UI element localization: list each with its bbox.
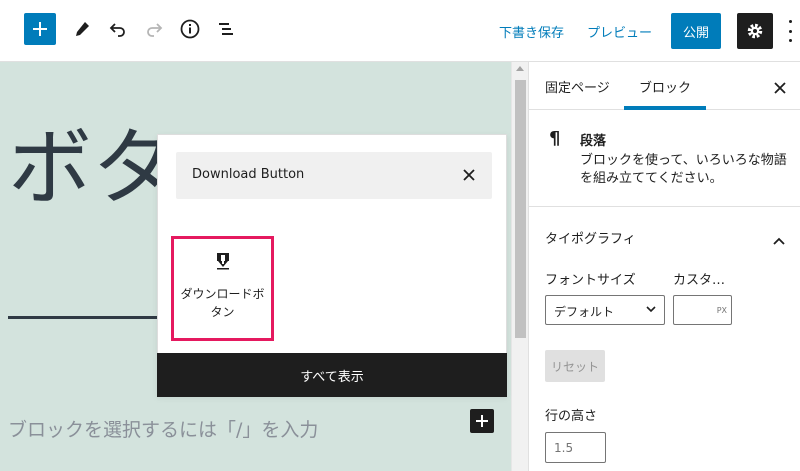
chevron-up-icon[interactable] <box>773 230 785 245</box>
canvas-scrollbar[interactable] <box>511 62 528 471</box>
list-view-button[interactable] <box>210 13 242 45</box>
line-height-input[interactable]: 1.5 <box>545 432 606 463</box>
block-inserter-popover: Download Button ダウンロードボタン すべて表示 <box>157 134 507 397</box>
close-icon <box>774 82 786 94</box>
close-sidebar-button[interactable] <box>774 79 788 94</box>
save-draft-button[interactable]: 下書き保存 <box>499 22 564 41</box>
search-value[interactable]: Download Button <box>192 167 304 182</box>
custom-size-label: カスタ… <box>673 273 726 288</box>
tab-block[interactable]: ブロック <box>639 77 691 96</box>
undo-icon <box>109 23 125 37</box>
redo-button[interactable] <box>138 13 170 45</box>
tools-button[interactable] <box>66 13 98 45</box>
pencil-icon <box>76 22 89 36</box>
page-title[interactable]: ボタ <box>8 126 176 210</box>
settings-sidebar: 固定ページ ブロック ¶ 段落 ブロックを使って、いろいろな物語を組み立ててくだ… <box>528 62 800 471</box>
font-size-select[interactable]: デフォルト <box>545 295 665 325</box>
block-name: 段落 <box>580 134 607 149</box>
block-result-download-button[interactable]: ダウンロードボタン <box>171 236 274 341</box>
undo-button[interactable] <box>102 13 134 45</box>
info-icon <box>180 19 200 39</box>
more-menu-button[interactable] <box>783 20 797 42</box>
line-height-label: 行の高さ <box>545 409 598 424</box>
line-height-value: 1.5 <box>554 441 574 455</box>
close-icon <box>463 169 475 181</box>
preview-button[interactable]: プレビュー <box>587 22 652 41</box>
publish-button[interactable]: 公開 <box>671 13 721 49</box>
block-card: ¶ 段落 ブロックを使って、いろいろな物語を組み立ててください。 <box>529 110 800 207</box>
show-all-button[interactable]: すべて表示 <box>157 353 507 397</box>
font-size-value: デフォルト <box>554 305 615 319</box>
scroll-up-arrow[interactable] <box>516 66 524 71</box>
chevron-down-icon <box>646 306 656 313</box>
scroll-thumb[interactable] <box>515 80 526 338</box>
typography-panel-title[interactable]: タイポグラフィ <box>545 228 636 247</box>
tab-page[interactable]: 固定ページ <box>545 77 610 96</box>
sidebar-tabs: 固定ページ ブロック <box>529 62 800 110</box>
block-result-label: ダウンロードボタン <box>180 287 265 319</box>
editor-header: 下書き保存 プレビュー 公開 <box>0 0 800 62</box>
add-block-button[interactable] <box>24 13 56 45</box>
font-size-label: フォントサイズ <box>545 273 636 288</box>
separator-block[interactable] <box>8 316 168 319</box>
block-description: ブロックを使って、いろいろな物語を組み立ててください。 <box>580 153 787 186</box>
inline-add-block-button[interactable] <box>470 409 494 433</box>
custom-font-size-input[interactable]: PX <box>673 295 732 325</box>
pilcrow-icon: ¶ <box>549 128 561 149</box>
settings-button[interactable] <box>737 13 773 49</box>
block-placeholder[interactable]: ブロックを選択するには「/」を入力 <box>8 415 318 442</box>
block-search-input[interactable]: Download Button <box>176 152 492 199</box>
redo-icon <box>147 23 163 37</box>
clear-search-button[interactable] <box>462 168 476 182</box>
more-vertical-icon <box>788 20 792 23</box>
details-button[interactable] <box>174 13 206 45</box>
reset-button[interactable]: リセット <box>545 350 605 382</box>
gear-icon <box>747 23 763 39</box>
download-icon <box>213 251 233 271</box>
unit-label: PX <box>716 306 727 315</box>
list-view-icon <box>219 23 233 35</box>
